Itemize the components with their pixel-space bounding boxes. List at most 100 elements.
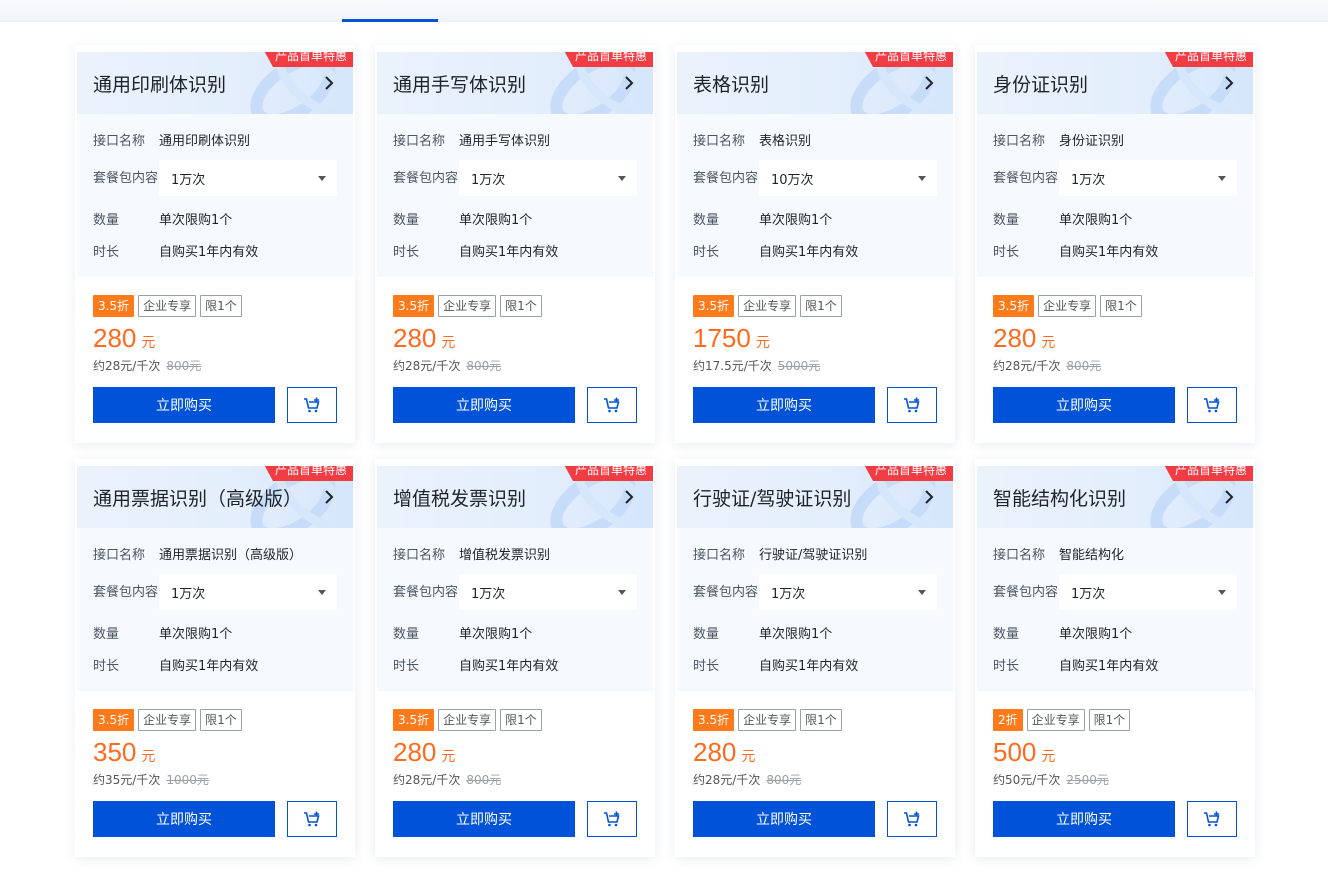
package-select[interactable]: 1万次 [759,574,937,610]
chevron-right-icon [925,76,934,90]
duration-value: 自购买1年内有效 [459,658,559,674]
chevron-right-icon [1225,490,1234,504]
cart-add-icon [604,811,620,827]
card-header[interactable]: 通用票据识别（高级版） 产品首单特惠 [77,466,353,528]
package-select[interactable]: 1万次 [1059,574,1237,610]
per-thousand-price: 约28元/千次 [393,773,461,787]
card-header[interactable]: 行驶证/驾驶证识别 产品首单特惠 [677,466,953,528]
duration-label: 时长 [93,658,120,674]
price-area: 3.5折 企业专享 限1个 280 元 约28元/千次 800元 立即购买 [677,691,953,837]
quantity-value: 单次限购1个 [159,626,233,642]
product-title: 身份证识别 [993,74,1089,96]
add-to-cart-button[interactable] [287,801,337,837]
price-currency: 元 [441,335,456,351]
add-to-cart-button[interactable] [1187,801,1237,837]
price-value: 280 [693,737,737,767]
quantity-label: 数量 [693,212,720,228]
product-title: 增值税发票识别 [393,488,527,510]
caret-down-icon [618,590,626,595]
package-select-value: 1万次 [771,586,806,602]
quantity-label: 数量 [93,212,120,228]
buy-now-button[interactable]: 立即购买 [93,801,275,837]
product-title: 通用票据识别（高级版） [93,488,303,510]
chevron-right-icon [325,76,334,90]
api-name-label: 接口名称 [393,133,446,149]
package-select-value: 1万次 [1071,172,1106,188]
package-select[interactable]: 10万次 [759,160,937,196]
top-nav-bar [0,0,1328,22]
package-select[interactable]: 1万次 [159,574,337,610]
package-select[interactable]: 1万次 [1059,160,1237,196]
price-currency: 元 [441,749,456,765]
card-header[interactable]: 增值税发票识别 产品首单特惠 [377,466,653,528]
limit-tag: 限1个 [1088,709,1131,731]
per-thousand-price: 约28元/千次 [393,359,461,373]
product-info: 接口名称 智能结构化 套餐包内容 1万次 数量 单次限购1个 时长 自购买1年内… [977,528,1253,691]
product-card: 表格识别 产品首单特惠 接口名称 表格识别 套餐包内容 10万次 数量 单次限购… [675,45,955,443]
per-thousand-price: 约28元/千次 [93,359,161,373]
api-name-value: 身份证识别 [1059,133,1125,149]
package-label: 套餐包内容 [693,170,759,186]
add-to-cart-button[interactable] [1187,387,1237,423]
enterprise-tag: 企业专享 [438,295,497,317]
quantity-value: 单次限购1个 [759,212,833,228]
product-title: 通用手写体识别 [393,74,527,96]
add-to-cart-button[interactable] [287,387,337,423]
package-select[interactable]: 1万次 [459,160,637,196]
enterprise-tag: 企业专享 [738,295,797,317]
add-to-cart-button[interactable] [587,801,637,837]
duration-value: 自购买1年内有效 [1059,244,1159,260]
card-header[interactable]: 身份证识别 产品首单特惠 [977,52,1253,114]
package-label: 套餐包内容 [693,584,759,600]
quantity-value: 单次限购1个 [159,212,233,228]
api-name-value: 增值税发票识别 [459,547,551,563]
original-price: 5000元 [777,359,821,373]
per-thousand-price: 约28元/千次 [693,773,761,787]
original-price: 800元 [166,359,202,373]
card-header[interactable]: 智能结构化识别 产品首单特惠 [977,466,1253,528]
product-card: 智能结构化识别 产品首单特惠 接口名称 智能结构化 套餐包内容 1万次 数量 单… [975,459,1255,857]
buy-now-button[interactable]: 立即购买 [993,801,1175,837]
discount-badge: 3.5折 [93,709,135,731]
buy-now-button[interactable]: 立即购买 [993,387,1175,423]
enterprise-tag: 企业专享 [438,709,497,731]
cart-add-icon [604,397,620,413]
duration-value: 自购买1年内有效 [759,658,859,674]
package-select-value: 1万次 [471,172,506,188]
add-to-cart-button[interactable] [887,387,937,423]
api-name-value: 行驶证/驾驶证识别 [759,547,868,563]
package-label: 套餐包内容 [93,584,159,600]
product-card: 身份证识别 产品首单特惠 接口名称 身份证识别 套餐包内容 1万次 数量 单次限… [975,45,1255,443]
api-name-value: 通用印刷体识别 [159,133,251,149]
price-value: 280 [93,323,137,353]
discount-badge: 2折 [993,709,1023,731]
quantity-label: 数量 [393,212,420,228]
limit-tag: 限1个 [200,295,242,317]
buy-now-button[interactable]: 立即购买 [693,801,875,837]
buy-now-button[interactable]: 立即购买 [693,387,875,423]
package-label: 套餐包内容 [993,170,1059,186]
enterprise-tag: 企业专享 [1026,709,1085,731]
price-currency: 元 [141,335,156,351]
card-header[interactable]: 表格识别 产品首单特惠 [677,52,953,114]
price-currency: 元 [741,749,756,765]
discount-badge: 3.5折 [693,709,735,731]
card-header[interactable]: 通用手写体识别 产品首单特惠 [377,52,653,114]
duration-label: 时长 [993,658,1020,674]
enterprise-tag: 企业专享 [138,709,197,731]
package-select[interactable]: 1万次 [459,574,637,610]
quantity-value: 单次限购1个 [759,626,833,642]
product-info: 接口名称 增值税发票识别 套餐包内容 1万次 数量 单次限购1个 时长 自购买1… [377,528,653,691]
card-header[interactable]: 通用印刷体识别 产品首单特惠 [77,52,353,114]
add-to-cart-button[interactable] [587,387,637,423]
add-to-cart-button[interactable] [887,801,937,837]
buy-now-button[interactable]: 立即购买 [93,387,275,423]
quantity-label: 数量 [393,626,420,642]
package-select[interactable]: 1万次 [159,160,337,196]
price-area: 3.5折 企业专享 限1个 280 元 约28元/千次 800元 立即购买 [377,277,653,423]
quantity-label: 数量 [993,212,1020,228]
discount-badge: 3.5折 [93,295,135,317]
buy-now-button[interactable]: 立即购买 [393,801,575,837]
buy-now-button[interactable]: 立即购买 [393,387,575,423]
per-thousand-price: 约17.5元/千次 [693,359,772,373]
